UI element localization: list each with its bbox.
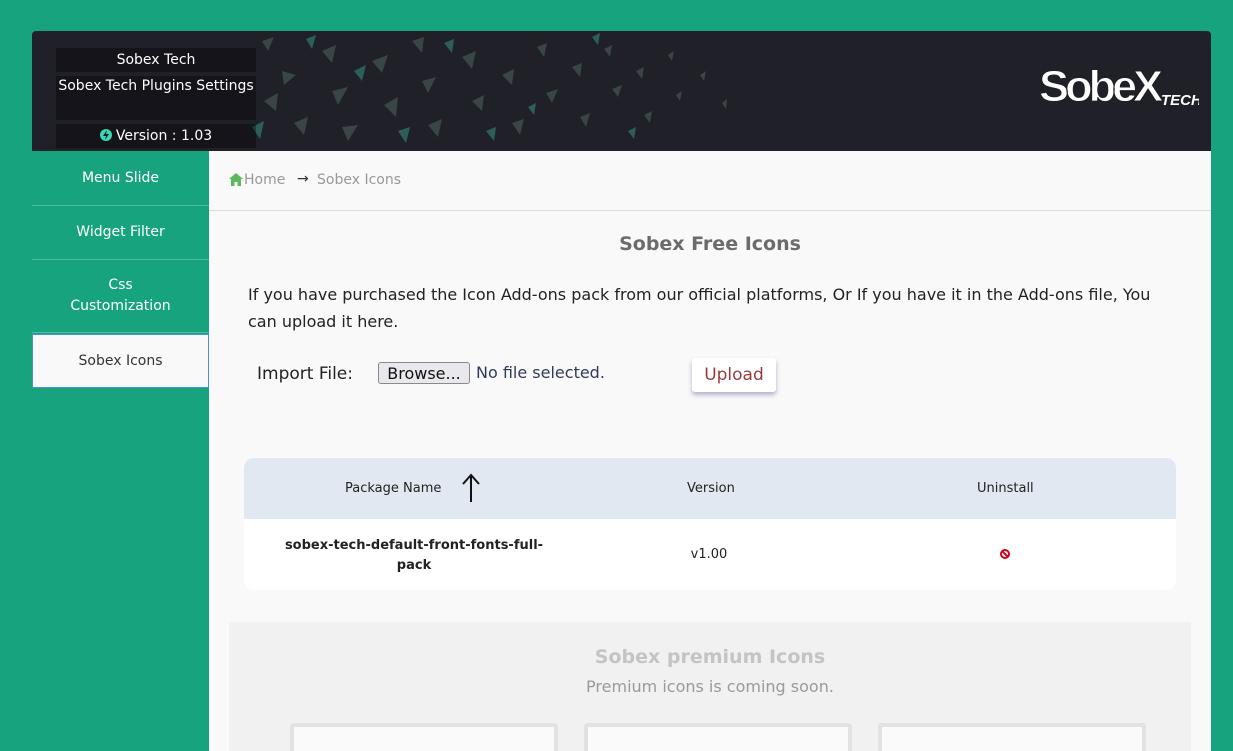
breadcrumb-current: Sobex Icons <box>317 172 401 188</box>
svg-text:SobeX: SobeX <box>1039 62 1163 111</box>
plugin-settings-title: Sobex Tech Plugins Settings <box>56 76 256 120</box>
sidebar-item-sobex-icons[interactable]: Sobex Icons <box>32 334 209 388</box>
sidebar-item-label: Widget Filter <box>76 223 165 240</box>
browse-file-button[interactable]: Browse... <box>378 362 470 384</box>
sidebar-item-label: Menu Slide <box>81 169 160 186</box>
column-package-name[interactable]: Package Name <box>345 481 441 496</box>
main-content: Home → Sobex Icons Sobex Free Icons If y… <box>209 151 1211 751</box>
header: Sobex Tech Sobex Tech Plugins Settings V… <box>32 31 1211 151</box>
premium-icons-title: Sobex premium Icons <box>594 646 826 668</box>
sidebar-item-menu-slide[interactable]: Menu Slide <box>32 151 209 206</box>
home-icon <box>229 173 243 186</box>
breadcrumb-home-link[interactable]: Home <box>244 172 285 188</box>
premium-card-placeholder <box>878 723 1146 751</box>
packages-table: Package Name Version Uninstall sobex-tec… <box>244 458 1176 590</box>
sort-arrow-up-icon[interactable] <box>460 472 482 504</box>
sidebar-item-label: Sobex Icons <box>78 352 163 369</box>
premium-icons-subtitle: Premium icons is coming soon. <box>586 677 834 696</box>
sobex-tech-logo: SobeX TECH <box>1039 62 1199 112</box>
file-status-text: No file selected. <box>476 363 605 382</box>
app-window: Sobex Tech Sobex Tech Plugins Settings V… <box>32 31 1211 751</box>
sidebar-item-css-customization[interactable]: Css Customization <box>32 259 209 333</box>
lightning-icon <box>99 129 112 141</box>
premium-icons-section: Sobex premium Icons Premium icons is com… <box>229 622 1191 751</box>
sidebar-item-widget-filter[interactable]: Widget Filter <box>32 205 209 260</box>
free-icons-title: Sobex Free Icons <box>619 233 801 255</box>
column-uninstall: Uninstall <box>977 481 1034 496</box>
version-label: Version : 1.03 <box>56 124 256 148</box>
package-version-cell: v1.00 <box>690 547 728 562</box>
upload-button[interactable]: Upload <box>692 358 776 392</box>
uninstall-icon[interactable] <box>1000 549 1010 559</box>
brand-panel: Sobex Tech Sobex Tech Plugins Settings V… <box>56 48 256 151</box>
sidebar-item-label: Css Customization <box>70 276 171 314</box>
import-file-label: Import File: <box>257 364 353 384</box>
column-version: Version <box>687 481 735 496</box>
package-name-cell: sobex-tech-default-front-fonts-full-pack <box>284 538 544 573</box>
breadcrumb: Home → Sobex Icons <box>209 151 1211 211</box>
breadcrumb-separator: → <box>297 171 309 187</box>
sidebar: Menu Slide Widget Filter Css Customizati… <box>32 151 209 751</box>
svg-text:TECH: TECH <box>1161 92 1199 109</box>
premium-card-placeholder <box>584 723 852 751</box>
table-header: Package Name Version Uninstall <box>244 458 1176 519</box>
version-text: Version : 1.03 <box>115 128 213 144</box>
premium-card-placeholder <box>290 723 558 751</box>
brand-name: Sobex Tech <box>56 48 256 72</box>
upload-instructions: If you have purchased the Icon Add-ons p… <box>248 285 1151 331</box>
